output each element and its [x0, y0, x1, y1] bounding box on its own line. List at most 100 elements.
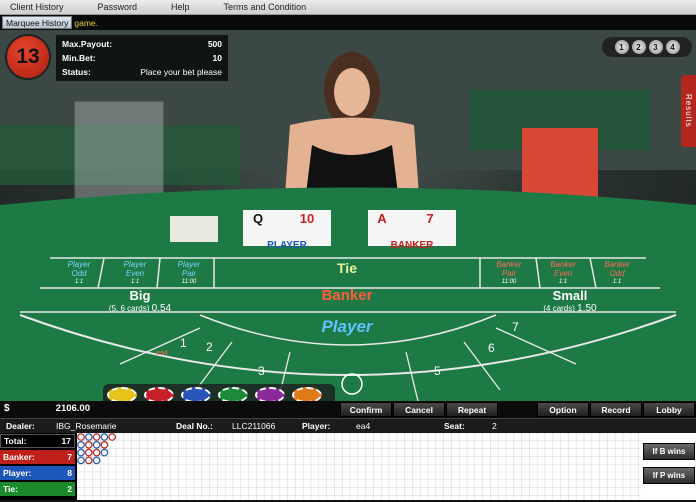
- bet-small[interactable]: Small (4 cards) 1.50: [500, 288, 640, 314]
- bet-player-odd[interactable]: Player Odd 1:1: [56, 260, 102, 287]
- bet-player[interactable]: Player: [214, 317, 480, 337]
- table-placard: [170, 216, 218, 242]
- player-pair-line2: Pair: [181, 269, 197, 278]
- player-card-2-rank: 10: [299, 211, 315, 226]
- min-bet-value: 10: [212, 53, 222, 63]
- small-sub: (4 cards) 1.50: [500, 303, 640, 314]
- top-nav: Client History Password Help Terms and C…: [0, 0, 696, 15]
- balance-amount: 2106.00: [55, 403, 90, 414]
- marquee-bar: Marquee History game.: [0, 15, 696, 30]
- big-odds: 0.54: [151, 303, 172, 314]
- round-2-button[interactable]: 2: [631, 40, 646, 54]
- seat-7[interactable]: 7: [512, 320, 519, 334]
- countdown-timer: 13: [5, 34, 51, 80]
- record-button[interactable]: Record: [590, 402, 642, 417]
- status-panel: Max.Payout: 500 Min.Bet: 10 Status: Place y…: [56, 35, 228, 81]
- seat-3[interactable]: 3: [258, 364, 265, 378]
- if-player-wins-button[interactable]: If P wins: [643, 467, 695, 484]
- big-sub: (5, 6 cards) 0.54: [70, 303, 210, 314]
- seat-5[interactable]: 5: [434, 364, 441, 378]
- nav-password[interactable]: Password: [98, 2, 138, 12]
- stat-banker-value: 7: [67, 452, 72, 462]
- deal-no-label: Deal No.:: [176, 421, 213, 431]
- status-label: Status:: [62, 67, 91, 77]
- seat-2[interactable]: 2: [206, 340, 213, 354]
- deal-no-value: LLC211066: [232, 421, 276, 431]
- bet-banker-pair[interactable]: Banker Pair 11:00: [484, 260, 534, 287]
- bead-banker: [108, 433, 117, 441]
- confirm-button[interactable]: Confirm: [340, 402, 392, 417]
- bead-banker: [85, 448, 93, 457]
- round-3-button[interactable]: 3: [648, 40, 663, 54]
- repeat-button[interactable]: Repeat: [446, 402, 498, 417]
- round-4-button[interactable]: 4: [665, 40, 680, 54]
- banker-even-payout: 1:1: [558, 279, 568, 285]
- player-odd-payout: 1:1: [74, 279, 84, 285]
- bead-player: [100, 433, 109, 441]
- bead-player: [85, 433, 93, 441]
- bet-tie[interactable]: Tie: [214, 260, 480, 276]
- lobby-button[interactable]: Lobby: [643, 402, 695, 417]
- currency-symbol: $: [4, 403, 10, 414]
- bead-banker: [92, 448, 101, 457]
- stat-total: Total: 17: [0, 434, 75, 448]
- bet-player-pair[interactable]: Player Pair 11:00: [166, 260, 212, 287]
- bead-player: [77, 441, 85, 449]
- player-pair-line1: Player: [177, 260, 201, 269]
- nav-help[interactable]: Help: [171, 2, 190, 12]
- bead-player: [92, 456, 101, 465]
- bet-big[interactable]: Big (5, 6 cards) 0.54: [70, 288, 210, 314]
- banker-even-line1: Banker: [550, 260, 576, 269]
- player-seat-marker: ea4: [156, 350, 168, 357]
- banker-odd-payout: 1:1: [612, 279, 622, 285]
- player-odd-line1: Player: [67, 260, 91, 269]
- cancel-button[interactable]: Cancel: [393, 402, 445, 417]
- bead-banker: [85, 441, 93, 449]
- banker-card-2-rank: 7: [426, 211, 434, 226]
- player-even-line1: Player: [123, 260, 147, 269]
- bet-player-even[interactable]: Player Even 1:1: [112, 260, 158, 287]
- nav-terms[interactable]: Terms and Condition: [224, 2, 307, 12]
- bet-banker-odd[interactable]: Banker Odd 1:1: [592, 260, 642, 287]
- round-1-button[interactable]: 1: [614, 40, 629, 54]
- nav-client-history[interactable]: Client History: [10, 2, 64, 12]
- marquee-history-tab[interactable]: Marquee History: [2, 16, 73, 29]
- player-even-line2: Even: [125, 269, 145, 278]
- discard-tray: [522, 128, 598, 198]
- option-button[interactable]: Option: [537, 402, 589, 417]
- bead-player: [77, 456, 85, 465]
- table-artwork: [0, 30, 696, 401]
- bead-banker: [85, 456, 93, 465]
- stat-player-label: Player:: [3, 468, 32, 478]
- if-banker-wins-button[interactable]: If B wins: [643, 443, 695, 460]
- results-tab[interactable]: Results: [681, 75, 696, 147]
- max-payout-value: 500: [207, 39, 222, 49]
- bead-banker: [77, 433, 85, 441]
- control-bar: $ 2106.00 Confirm Cancel Repeat Option R…: [0, 401, 696, 418]
- stat-tie-value: 2: [67, 484, 72, 494]
- min-bet-row: Min.Bet: 10: [62, 53, 222, 63]
- bead-banker: [100, 441, 109, 449]
- small-odds: 1.50: [577, 303, 597, 314]
- bead-banker: [92, 433, 101, 441]
- bet-banker-even[interactable]: Banker Even 1:1: [538, 260, 588, 287]
- seat-1[interactable]: 1: [180, 336, 187, 350]
- bead-player: [92, 441, 101, 449]
- stat-player: Player: 8: [0, 466, 75, 480]
- max-payout-label: Max.Payout:: [62, 39, 113, 49]
- banker-pair-line2: Pair: [501, 269, 517, 278]
- banker-pair-payout: 11:00: [501, 279, 517, 285]
- deal-info-bar: Dealer: IBG_Rosemarie Deal No.: LLC21106…: [0, 418, 696, 433]
- stat-banker: Banker: 7: [0, 450, 75, 464]
- stat-banker-label: Banker:: [3, 452, 35, 462]
- max-payout-row: Max.Payout: 500: [62, 39, 222, 49]
- round-selector: 1 2 3 4: [602, 37, 692, 57]
- big-sub-text: (5, 6 cards): [108, 304, 150, 313]
- player-name-value: ea4: [356, 421, 371, 431]
- banker-pair-line1: Banker: [496, 260, 522, 269]
- banker-odd-line2: Odd: [609, 269, 625, 278]
- seat-6[interactable]: 6: [488, 341, 495, 355]
- stat-player-value: 8: [67, 468, 72, 478]
- stat-tie-label: Tie:: [3, 484, 18, 494]
- bet-banker[interactable]: Banker: [214, 287, 480, 304]
